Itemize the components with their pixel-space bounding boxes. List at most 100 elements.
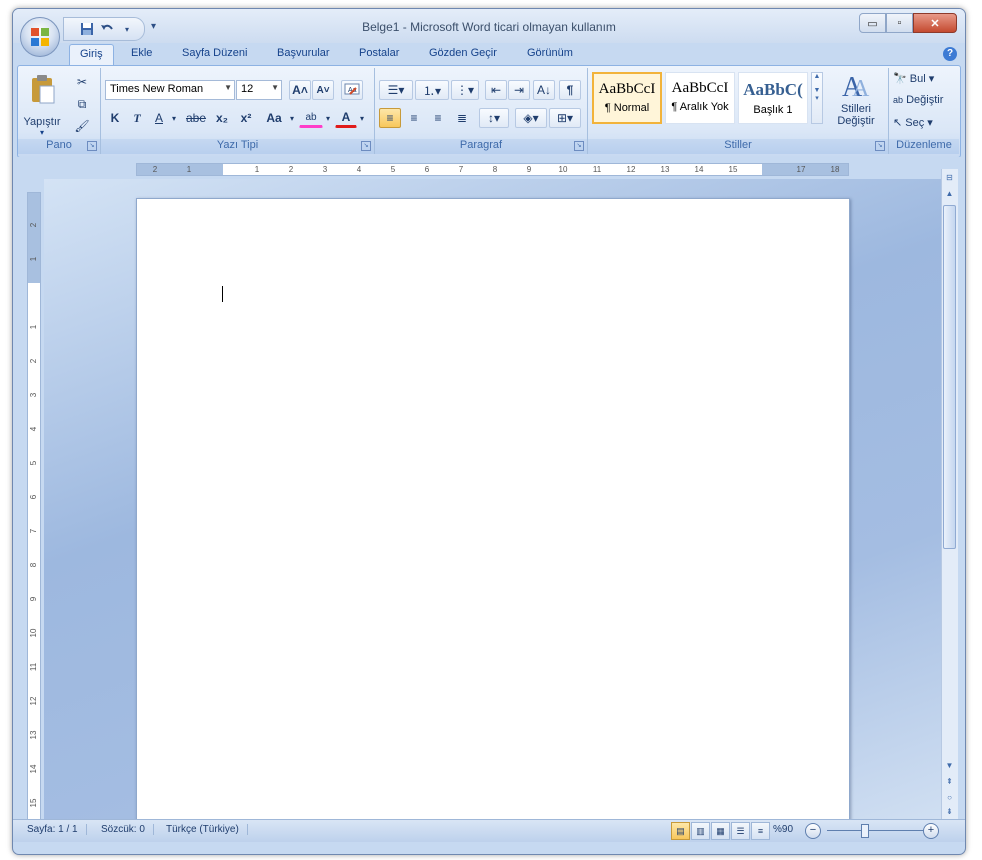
browse-object-icon[interactable]: ○ xyxy=(943,791,956,805)
strikethrough-button[interactable]: abe xyxy=(183,108,209,128)
help-icon[interactable]: ? xyxy=(943,47,957,61)
grow-font-button[interactable]: A˄ xyxy=(289,80,311,100)
numbering-icon[interactable]: ⒈▾ xyxy=(415,80,449,100)
font-size-dropdown[interactable]: 12 ▼ xyxy=(236,80,282,100)
style-sample: AaBbCcI xyxy=(671,80,729,96)
style-sample: AaBbC( xyxy=(743,80,803,99)
change-styles-label: Stilleri xyxy=(841,103,871,115)
web-layout-icon[interactable]: ▦ xyxy=(711,822,730,840)
font-name-dropdown[interactable]: Times New Roman ▼ xyxy=(105,80,235,100)
ruler-number: 3 xyxy=(322,165,328,174)
clear-formatting-icon[interactable]: Aa xyxy=(341,80,363,100)
zoom-slider-thumb[interactable] xyxy=(861,824,869,838)
zoom-level[interactable]: %90 xyxy=(773,824,793,835)
justify-icon[interactable]: ≣ xyxy=(451,108,473,128)
style-aralik-yok[interactable]: AaBbCcI ¶ Aralık Yok xyxy=(665,72,735,124)
ruler-number: 8 xyxy=(492,165,498,174)
align-right-icon[interactable]: ≡ xyxy=(427,108,449,128)
highlight-arrow-icon[interactable]: ▾ xyxy=(323,108,333,128)
highlight-button[interactable]: ab xyxy=(299,108,323,128)
increase-indent-icon[interactable]: ⇥ xyxy=(508,80,530,100)
change-case-arrow-icon[interactable]: ▾ xyxy=(287,108,297,128)
outline-icon[interactable]: ☰ xyxy=(731,822,750,840)
subscript-button[interactable]: x₂ xyxy=(211,108,233,128)
ruler-number: 12 xyxy=(29,696,38,706)
change-case-button[interactable]: Aa xyxy=(261,108,287,128)
show-marks-button[interactable]: ¶ xyxy=(559,80,581,100)
tab-gozden-gecir[interactable]: Gözden Geçir xyxy=(429,47,497,59)
style-baslik-1[interactable]: AaBbC( Başlık 1 xyxy=(738,72,808,124)
copy-icon[interactable]: ⧉ xyxy=(72,94,92,114)
ruler-left-margin xyxy=(137,164,223,175)
change-styles-button[interactable]: A A Stilleri Değiştir xyxy=(828,70,884,136)
shading-icon[interactable]: ◈▾ xyxy=(515,108,547,128)
align-left-icon[interactable]: ≡ xyxy=(379,108,401,128)
scroll-down-icon[interactable]: ▼ xyxy=(943,759,956,773)
draft-icon[interactable]: ≡ xyxy=(751,822,770,840)
font-launcher-icon[interactable]: ↘ xyxy=(361,141,371,151)
ruler-number: 6 xyxy=(424,165,430,174)
borders-icon[interactable]: ⊞▾ xyxy=(549,108,581,128)
next-page-icon[interactable]: ⇟ xyxy=(943,805,956,819)
styles-gallery-scroll[interactable]: ▲ ▼ ▾ xyxy=(811,72,823,124)
status-words[interactable]: Sözcük: 0 xyxy=(101,824,154,835)
underline-arrow-icon[interactable]: ▾ xyxy=(169,108,179,128)
ruler-number: 12 xyxy=(626,165,636,174)
decrease-indent-icon[interactable]: ⇤ xyxy=(485,80,507,100)
tab-basvurular[interactable]: Başvurular xyxy=(277,47,330,59)
pano-launcher-icon[interactable]: ↘ xyxy=(87,141,97,151)
format-painter-icon[interactable]: 🖌 xyxy=(72,116,92,136)
close-button[interactable]: ✕ xyxy=(913,13,957,33)
paragraph-launcher-icon[interactable]: ↘ xyxy=(574,141,584,151)
bold-button[interactable]: K xyxy=(105,108,125,128)
multilevel-list-icon[interactable]: ⋮▾ xyxy=(451,80,479,100)
align-center-icon[interactable]: ≡ xyxy=(403,108,425,128)
sort-icon[interactable]: A↓ xyxy=(533,80,555,100)
font-color-button[interactable]: A xyxy=(335,108,357,128)
zoom-in-button[interactable]: + xyxy=(923,823,939,839)
office-button[interactable] xyxy=(20,17,60,57)
paste-button[interactable]: Yapıştır ▾ xyxy=(22,70,62,137)
horizontal-ruler[interactable]: 2 1 1 2 3 4 5 6 7 8 9 10 11 12 13 14 15 17 18 xyxy=(136,163,849,176)
cut-icon[interactable]: ✂ xyxy=(72,72,92,92)
find-button[interactable]: 🔭 Bul ▾ xyxy=(893,72,934,85)
style-normal[interactable]: AaBbCcI ¶ Normal xyxy=(592,72,662,124)
tab-sayfa-duzeni[interactable]: Sayfa Düzeni xyxy=(182,47,247,59)
select-button[interactable]: ↖ Seç ▾ xyxy=(893,116,933,129)
ruler-number: 9 xyxy=(29,596,38,602)
vertical-scrollbar[interactable]: ⊟ ▲ ▼ ⇞ ○ ⇟ xyxy=(941,169,958,819)
superscript-button[interactable]: x² xyxy=(235,108,257,128)
ruler-number: 5 xyxy=(29,460,38,466)
italic-button[interactable]: T xyxy=(127,108,147,128)
replace-button[interactable]: ab Değiştir xyxy=(893,94,943,106)
ruler-number: 10 xyxy=(29,628,38,638)
line-spacing-icon[interactable]: ↕▾ xyxy=(479,108,509,128)
style-name: Başlık 1 xyxy=(753,104,793,116)
styles-launcher-icon[interactable]: ↘ xyxy=(875,141,885,151)
tab-postalar[interactable]: Postalar xyxy=(359,47,399,59)
group-label-paragraf: Paragraf xyxy=(375,139,587,154)
window-title: Belge1 - Microsoft Word ticari olmayan k… xyxy=(362,20,616,34)
minimize-button[interactable]: ▭ xyxy=(859,13,886,33)
underline-button[interactable]: A xyxy=(149,108,169,128)
group-label-duzenleme: Düzenleme xyxy=(889,139,959,154)
print-layout-icon[interactable]: ▤ xyxy=(671,822,690,840)
scroll-thumb[interactable] xyxy=(943,205,956,549)
ruler-top-margin xyxy=(28,193,40,283)
zoom-out-button[interactable]: − xyxy=(805,823,821,839)
status-page[interactable]: Sayfa: 1 / 1 xyxy=(27,824,87,835)
vertical-ruler[interactable]: 2 1 1 2 3 4 5 6 7 8 9 10 11 12 13 14 15 xyxy=(27,192,41,822)
shrink-font-button[interactable]: A˅ xyxy=(312,80,334,100)
full-screen-reading-icon[interactable]: ▥ xyxy=(691,822,710,840)
tab-gorunum[interactable]: Görünüm xyxy=(527,47,573,59)
bullets-icon[interactable]: ☰▾ xyxy=(379,80,413,100)
maximize-button[interactable]: ▫ xyxy=(886,13,913,33)
document-page[interactable] xyxy=(136,198,850,819)
status-language[interactable]: Türkçe (Türkiye) xyxy=(166,824,248,835)
zoom-slider[interactable] xyxy=(827,830,927,831)
scroll-up-icon[interactable]: ▲ xyxy=(943,187,956,201)
font-color-arrow-icon[interactable]: ▾ xyxy=(357,108,367,128)
previous-page-icon[interactable]: ⇞ xyxy=(943,775,956,789)
view-ruler-icon[interactable]: ⊟ xyxy=(943,171,956,185)
tab-ekle[interactable]: Ekle xyxy=(131,47,152,59)
